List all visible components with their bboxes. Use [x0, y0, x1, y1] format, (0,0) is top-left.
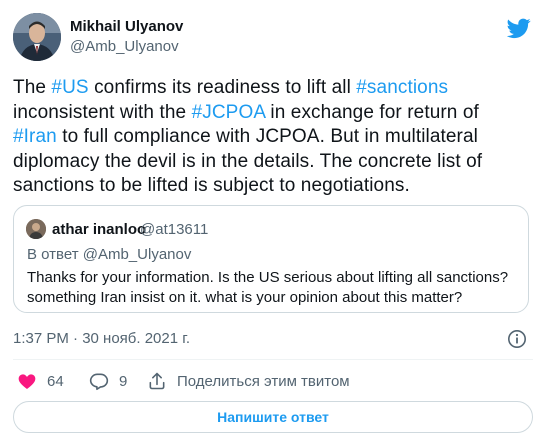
tweet-header: Mikhail Ulyanov @Amb_Ulyanov: [13, 13, 533, 63]
action-bar: 64 9 Поделиться этим твитом: [13, 369, 533, 393]
author-handle[interactable]: @Amb_Ulyanov: [70, 38, 179, 55]
reply-button[interactable]: Напишите ответ: [13, 401, 533, 433]
quoted-author-handle: @at13611: [140, 221, 209, 238]
quoted-author-avatar: [26, 219, 46, 239]
hashtag-link[interactable]: #US: [51, 77, 88, 98]
like-count: 64: [47, 372, 64, 390]
like-button[interactable]: 64: [17, 369, 64, 393]
divider: [13, 359, 533, 360]
quoted-author-name: athar inanloo: [52, 221, 147, 238]
reply-count: 9: [119, 372, 128, 390]
tweet-text-line: inconsistent with the #JCPOA in exchange…: [13, 101, 533, 126]
quoted-text-line: something Iran insist on it. what is you…: [27, 289, 463, 306]
hashtag-link[interactable]: #JCPOA: [192, 102, 265, 123]
share-label: Поделиться этим твитом: [177, 372, 350, 390]
quoted-reply-to: В ответ @Amb_Ulyanov: [27, 246, 192, 263]
info-icon[interactable]: [507, 329, 527, 349]
tweet-text-segment: diplomacy the devil is in the details. T…: [13, 150, 483, 172]
tweet-text-line: diplomacy the devil is in the details. T…: [13, 150, 533, 175]
quoted-tweet-text: Thanks for your information. Is the US s…: [27, 268, 521, 308]
quoted-text-line: Thanks for your information. Is the US s…: [27, 269, 509, 286]
tweet-card: Mikhail Ulyanov @Amb_Ulyanov The #US con…: [0, 0, 546, 445]
quoted-tweet[interactable]: athar inanloo @at13611 В ответ @Amb_Ulya…: [13, 205, 529, 313]
twitter-bird-icon[interactable]: [507, 16, 531, 40]
share-icon: [149, 372, 165, 390]
tweet-text: The #US confirms its readiness to lift a…: [13, 76, 533, 199]
tweet-text-line: sanctions to be lifted is subject to neg…: [13, 174, 533, 199]
heart-icon: [18, 374, 36, 389]
tweet-text-line: #Iran to full compliance with JCPOA. But…: [13, 125, 533, 150]
comment-icon: [89, 373, 109, 391]
tweet-text-segment: in exchange for return of: [265, 101, 479, 123]
author-name[interactable]: Mikhail Ulyanov: [70, 18, 183, 35]
tweet-text-segment: The: [13, 77, 52, 98]
share-button[interactable]: Поделиться этим твитом: [147, 369, 350, 393]
author-avatar[interactable]: [13, 13, 61, 61]
tweet-text-line: The #US confirms its readiness to lift a…: [13, 76, 533, 101]
tweet-timestamp[interactable]: 1:37 PM · 30 нояб. 2021 г.: [13, 330, 190, 347]
tweet-text-segment: confirms its readiness to lift all: [88, 77, 357, 98]
tweet-text-segment: inconsistent with the: [13, 101, 192, 123]
reply-count-button[interactable]: 9: [89, 369, 127, 393]
tweet-text-segment: sanctions to be lifted is subject to neg…: [13, 175, 410, 196]
hashtag-link[interactable]: #Iran: [13, 126, 57, 147]
tweet-text-segment: to full compliance with JCPOA. But in mu…: [56, 126, 478, 147]
hashtag-link[interactable]: #sanctions: [356, 77, 448, 98]
